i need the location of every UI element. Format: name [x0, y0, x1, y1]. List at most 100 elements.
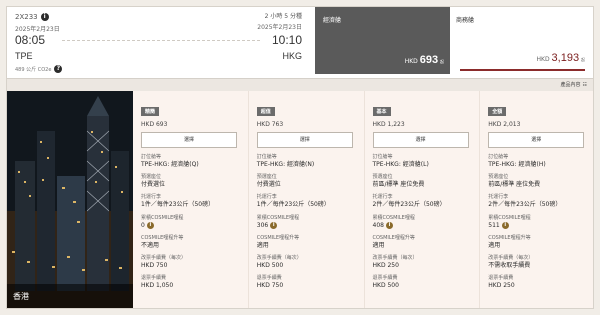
fare-column: 基本 HKD 1,223 選擇 訂位艙等 TPE-HKG: 經濟艙(L) 預選座位 前區/標…: [365, 91, 481, 308]
fare-row-label: 退票手續費: [372, 275, 398, 282]
fare-row-label: 訂位艙等: [141, 154, 162, 160]
departure-date: 2025年2月23日: [15, 26, 60, 33]
arrival-time: 10:10: [271, 33, 302, 47]
fare-row-miles: 累積COSMILE哩程 511 i: [488, 215, 587, 229]
fare-row-label: COSMILE哩程升等: [488, 234, 531, 241]
fare-row-value-text: 前區/標準 座位免費: [372, 181, 425, 189]
product-content-link[interactable]: 產品內容 ☷: [560, 81, 588, 89]
fare-tag: 全額: [488, 107, 507, 116]
miles-info-icon[interactable]: i: [270, 221, 278, 229]
fare-row-label: 改票手續費（每次）: [141, 254, 187, 261]
fare-row-value-text: 付費選位: [256, 181, 281, 189]
fare-row-seat: 預選座位 前區/標準 座位免費: [373, 174, 472, 188]
fare-row-value: HKD 250: [373, 262, 472, 269]
fare-row-value-text: 不適用: [141, 241, 160, 249]
fare-row-label: 訂位艙等: [488, 154, 509, 160]
help-icon[interactable]: ?: [54, 65, 63, 73]
fare-row-refund-fee: 退票手續費 HKD 1,050: [141, 275, 240, 289]
fare-row-value-text: 0: [141, 221, 145, 229]
fare-row-upgrade: COSMILE哩程升等 適用: [257, 235, 356, 249]
cabin-business[interactable]: 商務艙 HKD 3,193 起: [450, 7, 593, 74]
fare-column: 全額 HKD 2,013 選擇訂位艙等 TPE-HKG: 經濟艙(H) 預選座位 前區/標…: [480, 91, 593, 308]
fare-row-value: 511 i: [488, 222, 587, 229]
route-line: [62, 40, 260, 41]
fare-row-value-text: 306: [256, 221, 269, 229]
miles-info-icon[interactable]: i: [385, 221, 393, 229]
city-skyline-image: [7, 91, 133, 308]
fare-row-value: HKD 500: [373, 282, 472, 289]
fare-row-refund-fee: 退票手續費 HKD 750: [257, 275, 356, 289]
fare-row-value: 2件／每件23公斤（50磅）: [373, 201, 472, 208]
select-fare-button[interactable]: 選擇: [141, 132, 237, 148]
product-content-label: 產品內容: [560, 82, 581, 88]
fare-row-seat: 預選座位 付費選位: [257, 174, 356, 188]
flight-card: 2X233 i 2 小時 5 分種 2025年2月23日 2025年2月23日 …: [6, 6, 594, 309]
fare-row-booking-class: 訂位艙等 TPE-HKG: 經濟艙(Q): [141, 154, 240, 168]
miles-info-icon[interactable]: i: [501, 221, 509, 229]
fare-row-change-fee: 改票手續費（每次） 不需收取手續費: [488, 255, 587, 269]
fare-row-miles: 累積COSMILE哩程 0 i: [141, 215, 240, 229]
fare-row-label: 預選座位: [372, 174, 393, 181]
fare-row-seat: 預選座位 前區/標準 座位免費: [488, 174, 587, 188]
info-icon[interactable]: i: [40, 13, 49, 21]
fare-row-value-text: TPE-HKG: 經濟艙(Q): [141, 161, 199, 168]
cabin-economy-price: HKD 693 起: [405, 54, 444, 66]
fare-row-label: 預選座位: [488, 174, 509, 181]
fare-row-value: 306 i: [257, 222, 356, 229]
fare-tag: 超值: [256, 107, 275, 116]
flight-code: 2X233: [15, 13, 38, 21]
fare-row-label: 改票手續費（每次）: [488, 254, 534, 261]
fare-row-value-text: 511: [488, 221, 500, 229]
fare-row-label: 托運行李: [141, 194, 162, 201]
business-underline: [460, 69, 585, 71]
flight-code-row: 2X233 i: [15, 13, 49, 21]
fare-row-value-text: HKD 750: [141, 261, 168, 269]
fare-row-value: TPE-HKG: 經濟艙(Q): [141, 161, 240, 168]
fare-row-value: 適用: [488, 242, 587, 249]
fare-row-value: 付費選位: [257, 181, 356, 188]
compare-icon: ☷: [582, 81, 587, 88]
fare-row-value-text: HKD 1,050: [141, 282, 174, 290]
fare-row-change-fee: 改票手續費（每次） HKD 500: [257, 255, 356, 269]
fare-row-value-text: HKD 500: [256, 261, 284, 269]
select-fare-button[interactable]: 選擇: [372, 132, 469, 148]
co2-row: 489 公斤 CO2e ?: [15, 65, 63, 73]
fare-row-value-text: 適用: [256, 241, 269, 249]
fare-column: 精簡 HKD 693 選擇 訂位艙等 TPE-HKG: 經濟艙(Q) 預選座位 付費選位 托運…: [133, 91, 249, 308]
fare-options: 精簡 HKD 693 選擇 訂位艙等 TPE-HKG: 經濟艙(Q) 預選座位 付費選位 托運…: [133, 91, 593, 308]
fare-row-value: TPE-HKG: 經濟艙(N): [257, 161, 356, 168]
fare-row-value: 408 i: [373, 222, 472, 229]
fare-row-value-text: 1件／每件23公斤（50磅）: [256, 201, 330, 209]
fare-row-value: 不需收取手續費: [488, 262, 587, 269]
select-fare-button[interactable]: 選擇: [488, 132, 585, 148]
fare-row-upgrade: COSMILE哩程升等 適用: [488, 235, 587, 249]
fare-row-label: 訂位艙等: [256, 154, 277, 160]
fare-row-change-fee: 改票手續費（每次） HKD 750: [141, 255, 240, 269]
cabin-economy-suffix: 起: [440, 59, 444, 64]
fare-row-value: 不適用: [141, 242, 240, 249]
miles-info-icon[interactable]: i: [146, 221, 154, 229]
fare-row-label: 預選座位: [141, 174, 162, 181]
fare-row-value-text: 適用: [488, 241, 501, 249]
fare-row-value: 前區/標準 座位免費: [488, 181, 587, 188]
fare-row-miles: 累積COSMILE哩程 306 i: [257, 215, 356, 229]
select-fare-button[interactable]: 選擇: [256, 132, 353, 148]
destination-label: 香港: [7, 284, 133, 308]
fare-row-label: 累積COSMILE哩程: [488, 214, 531, 221]
fare-row-booking-class: 訂位艙等 TPE-HKG: 經濟艙(H): [488, 154, 587, 168]
fare-row-value-text: HKD 250: [488, 282, 515, 290]
fare-row-value: 適用: [257, 242, 356, 249]
fare-row-value-text: 1件／每件23公斤（50磅）: [141, 201, 215, 209]
departure-time: 08:05: [15, 33, 46, 47]
fare-row-value-text: HKD 500: [372, 282, 399, 290]
arrival-airport: HKG: [282, 51, 302, 61]
fare-row-baggage: 托運行李 2件／每件23公斤（50磅）: [373, 194, 472, 208]
fare-row-value-text: HKD 250: [372, 261, 399, 269]
cabin-business-amount: 3,193: [551, 52, 580, 64]
cabin-business-suffix: 起: [581, 57, 585, 62]
fare-row-change-fee: 改票手續費（每次） HKD 250: [373, 255, 472, 269]
fare-price: HKD 2,013: [488, 121, 521, 128]
cabin-economy[interactable]: 經濟艙 HKD 693 起: [315, 7, 450, 74]
fare-row-label: 托運行李: [488, 194, 509, 201]
fare-row-label: 累積COSMILE哩程: [372, 214, 415, 221]
